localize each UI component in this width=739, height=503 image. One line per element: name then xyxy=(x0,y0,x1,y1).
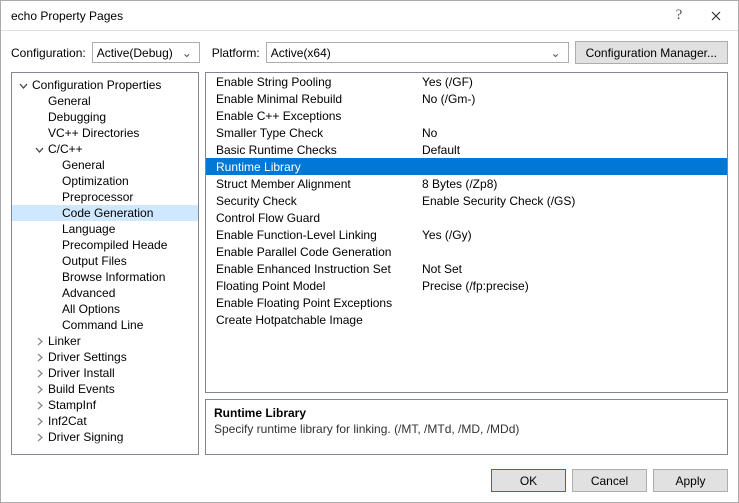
tree-node[interactable]: General xyxy=(12,93,198,109)
apply-button[interactable]: Apply xyxy=(653,469,728,492)
configuration-dropdown[interactable]: Active(Debug) ⌄ xyxy=(92,42,200,63)
tree-node[interactable]: VC++ Directories xyxy=(12,125,198,141)
tree-panel[interactable]: Configuration PropertiesGeneralDebugging… xyxy=(11,72,199,455)
property-name: Floating Point Model xyxy=(206,279,416,293)
description-body: Specify runtime library for linking. (/M… xyxy=(214,422,719,436)
property-row[interactable]: Security CheckEnable Security Check (/GS… xyxy=(206,192,727,209)
platform-dropdown[interactable]: Active(x64) ⌄ xyxy=(266,42,569,63)
property-row[interactable]: Enable Minimal RebuildNo (/Gm-) xyxy=(206,90,727,107)
tree-node[interactable]: Linker xyxy=(12,333,198,349)
tree-node[interactable]: Browse Information xyxy=(12,269,198,285)
twisty-closed-icon[interactable] xyxy=(34,400,45,411)
property-name: Enable Parallel Code Generation xyxy=(206,245,416,259)
property-value[interactable]: Enable Security Check (/GS) xyxy=(416,194,727,208)
property-value[interactable]: Not Set xyxy=(416,262,727,276)
configuration-manager-button[interactable]: Configuration Manager... xyxy=(575,41,728,64)
platform-label: Platform: xyxy=(212,46,260,60)
ok-button[interactable]: OK xyxy=(491,469,566,492)
property-name: Enable Enhanced Instruction Set xyxy=(206,262,416,276)
property-row[interactable]: Floating Point ModelPrecise (/fp:precise… xyxy=(206,277,727,294)
tree-node[interactable]: Command Line xyxy=(12,317,198,333)
dialog-buttons: OK Cancel Apply xyxy=(1,461,738,502)
tree-node[interactable]: Driver Signing xyxy=(12,429,198,445)
tree-node-c-cpp[interactable]: C/C++ xyxy=(12,141,198,157)
tree-node[interactable]: Driver Install xyxy=(12,365,198,381)
tree-node-configuration-properties[interactable]: Configuration Properties xyxy=(12,77,198,93)
close-button[interactable] xyxy=(693,1,738,31)
tree-node[interactable]: StampInf xyxy=(12,397,198,413)
twisty-closed-icon[interactable] xyxy=(34,352,45,363)
twisty-closed-icon[interactable] xyxy=(34,336,45,347)
tree-node[interactable]: General xyxy=(12,157,198,173)
close-icon xyxy=(711,11,721,21)
property-name: Enable String Pooling xyxy=(206,75,416,89)
twisty-open-icon[interactable] xyxy=(34,144,45,155)
chevron-down-icon: ⌄ xyxy=(179,46,195,60)
tree-node[interactable]: Driver Settings xyxy=(12,349,198,365)
tree-node[interactable]: All Options xyxy=(12,301,198,317)
tree-node[interactable]: Inf2Cat xyxy=(12,413,198,429)
property-value[interactable]: Yes (/GF) xyxy=(416,75,727,89)
tree-node[interactable]: Precompiled Heade xyxy=(12,237,198,253)
property-grid[interactable]: Enable String PoolingYes (/GF)Enable Min… xyxy=(205,72,728,393)
tree-node[interactable]: Output Files xyxy=(12,253,198,269)
property-name: Security Check xyxy=(206,194,416,208)
window-title: echo Property Pages xyxy=(11,9,665,23)
tree-node[interactable]: Advanced xyxy=(12,285,198,301)
configuration-value: Active(Debug) xyxy=(97,46,179,60)
property-name: Control Flow Guard xyxy=(206,211,416,225)
property-value[interactable]: Default xyxy=(416,143,727,157)
property-name: Struct Member Alignment xyxy=(206,177,416,191)
property-value[interactable]: 8 Bytes (/Zp8) xyxy=(416,177,727,191)
tree-node[interactable]: Preprocessor xyxy=(12,189,198,205)
property-row[interactable]: Smaller Type CheckNo xyxy=(206,124,727,141)
property-row[interactable]: Enable Parallel Code Generation xyxy=(206,243,727,260)
property-row[interactable]: Enable String PoolingYes (/GF) xyxy=(206,73,727,90)
config-toolbar: Configuration: Active(Debug) ⌄ Platform:… xyxy=(1,31,738,72)
property-row[interactable]: Enable Function-Level LinkingYes (/Gy) xyxy=(206,226,727,243)
help-button[interactable]: ? xyxy=(665,7,693,24)
property-value[interactable]: No xyxy=(416,126,727,140)
chevron-down-icon: ⌄ xyxy=(548,46,564,60)
tree-node[interactable]: Build Events xyxy=(12,381,198,397)
twisty-closed-icon[interactable] xyxy=(34,368,45,379)
property-row[interactable]: Basic Runtime ChecksDefault xyxy=(206,141,727,158)
twisty-closed-icon[interactable] xyxy=(34,432,45,443)
property-pages-window: echo Property Pages ? Configuration: Act… xyxy=(0,0,739,503)
property-name: Enable Function-Level Linking xyxy=(206,228,416,242)
property-name: Create Hotpatchable Image xyxy=(206,313,416,327)
property-name: Enable Floating Point Exceptions xyxy=(206,296,416,310)
tree-node[interactable]: Language xyxy=(12,221,198,237)
description-title: Runtime Library xyxy=(214,406,719,420)
titlebar: echo Property Pages ? xyxy=(1,1,738,31)
property-value[interactable]: No (/Gm-) xyxy=(416,92,727,106)
cancel-button[interactable]: Cancel xyxy=(572,469,647,492)
description-panel: Runtime Library Specify runtime library … xyxy=(205,399,728,455)
twisty-closed-icon[interactable] xyxy=(34,384,45,395)
property-name: Enable C++ Exceptions xyxy=(206,109,416,123)
property-row[interactable]: Enable Floating Point Exceptions xyxy=(206,294,727,311)
property-row[interactable]: Enable C++ Exceptions xyxy=(206,107,727,124)
property-value[interactable]: Precise (/fp:precise) xyxy=(416,279,727,293)
property-row[interactable]: Control Flow Guard xyxy=(206,209,727,226)
twisty-open-icon[interactable] xyxy=(18,80,29,91)
property-name: Smaller Type Check xyxy=(206,126,416,140)
property-name: Enable Minimal Rebuild xyxy=(206,92,416,106)
platform-value: Active(x64) xyxy=(271,46,548,60)
tree-node[interactable]: Debugging xyxy=(12,109,198,125)
configuration-label: Configuration: xyxy=(11,46,86,60)
property-row[interactable]: Enable Enhanced Instruction SetNot Set xyxy=(206,260,727,277)
property-row[interactable]: Create Hotpatchable Image xyxy=(206,311,727,328)
property-row[interactable]: Runtime LibraryMulti-threaded Debug (/MT… xyxy=(206,158,727,175)
twisty-closed-icon[interactable] xyxy=(34,416,45,427)
property-name: Basic Runtime Checks xyxy=(206,143,416,157)
property-name: Runtime Library xyxy=(206,160,416,174)
tree-node[interactable]: Optimization xyxy=(12,173,198,189)
property-value[interactable]: Yes (/Gy) xyxy=(416,228,727,242)
property-row[interactable]: Struct Member Alignment8 Bytes (/Zp8) xyxy=(206,175,727,192)
tree-node[interactable]: Code Generation xyxy=(12,205,198,221)
